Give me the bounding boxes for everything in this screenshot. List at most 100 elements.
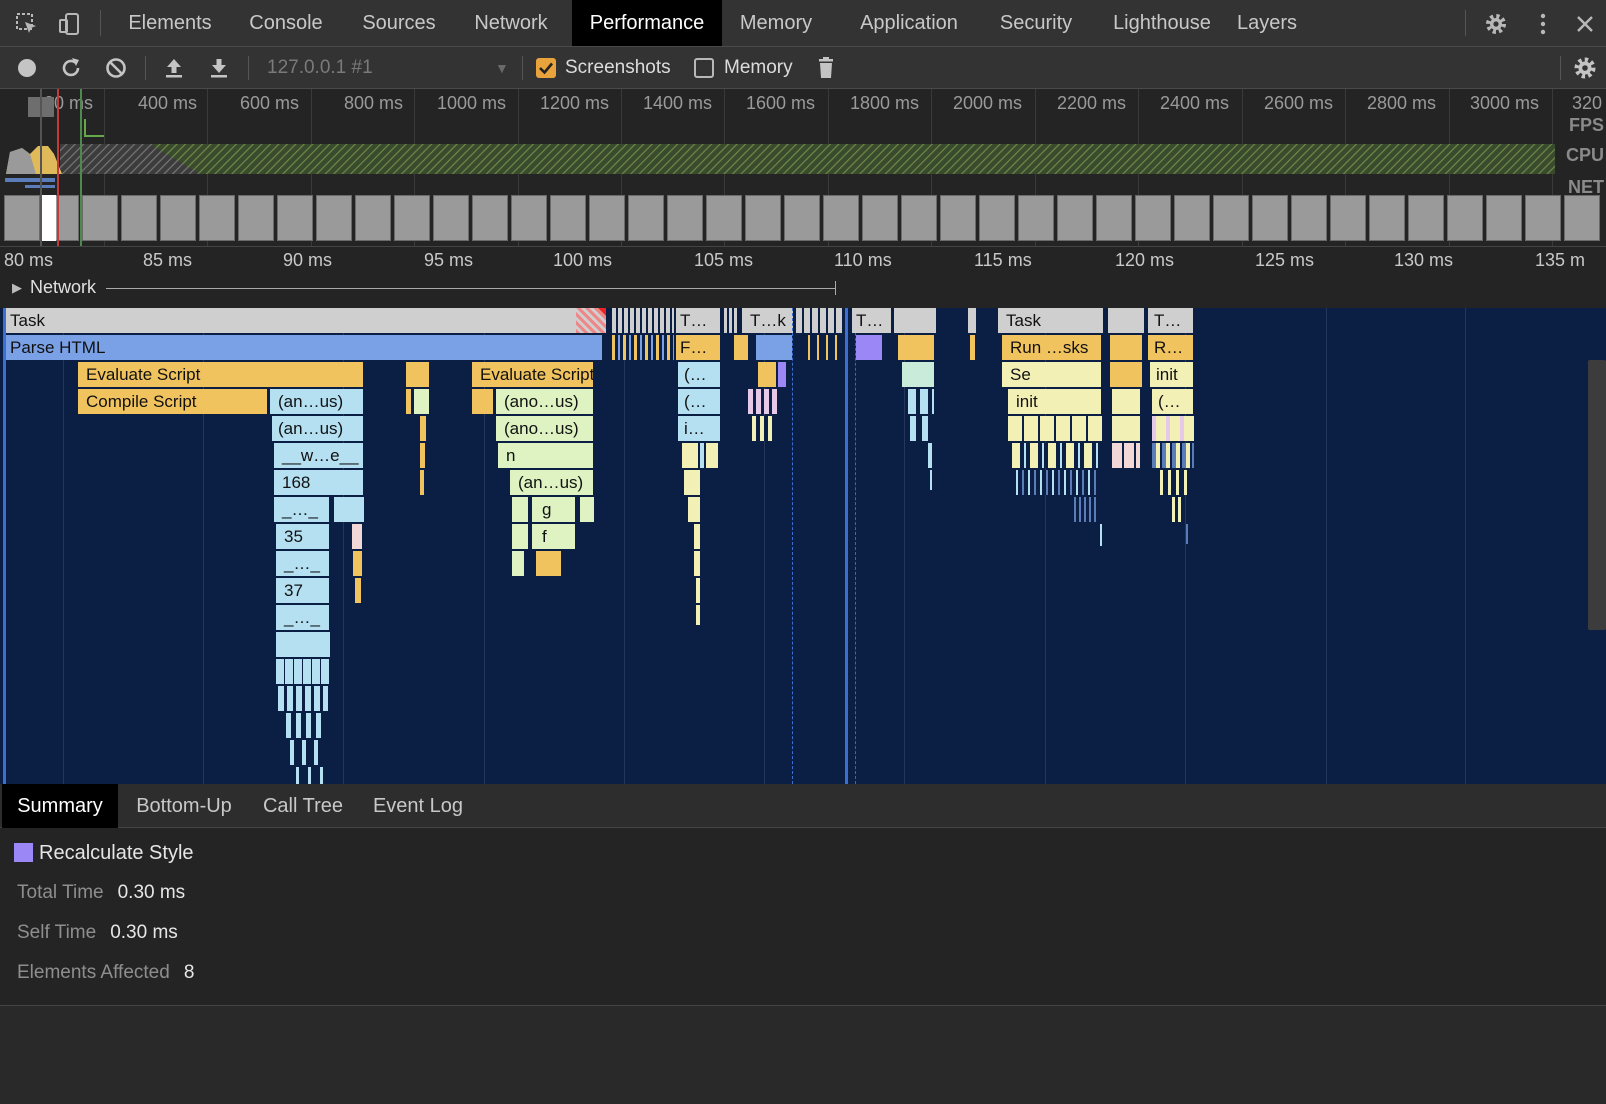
- dropdown-arrow-icon[interactable]: ▼: [495, 47, 509, 89]
- screenshot-thumbnail[interactable]: [706, 195, 742, 241]
- timeline-overview[interactable]: 00 ms 400 ms 600 ms 800 ms 1000 ms 1200 …: [0, 89, 1606, 246]
- init-block[interactable]: init: [1008, 389, 1102, 414]
- script-block[interactable]: [406, 362, 430, 387]
- screenshot-thumbnail[interactable]: [433, 195, 469, 241]
- screenshot-thumbnail[interactable]: [1213, 195, 1249, 241]
- flame-chart-scrollbar[interactable]: [1588, 360, 1606, 630]
- screenshot-thumbnail[interactable]: [550, 195, 586, 241]
- screenshot-thumbnail[interactable]: [1096, 195, 1132, 241]
- screenshot-thumbnail[interactable]: [589, 195, 625, 241]
- webpack-require-block[interactable]: _…_: [276, 551, 330, 576]
- screenshot-thumbnail[interactable]: [121, 195, 157, 241]
- anonymous-function-block[interactable]: (ano…us): [496, 416, 594, 441]
- screenshot-thumbnail[interactable]: [355, 195, 391, 241]
- tab-sources[interactable]: Sources: [343, 0, 455, 46]
- tab-layers[interactable]: Layers: [1225, 0, 1309, 46]
- screenshot-thumbnail[interactable]: [394, 195, 430, 241]
- device-toolbar-icon[interactable]: [58, 12, 82, 36]
- tab-application[interactable]: Application: [841, 0, 977, 46]
- task-block[interactable]: T…: [852, 308, 892, 333]
- tab-bottom-up[interactable]: Bottom-Up: [124, 784, 244, 828]
- screenshot-thumbnail[interactable]: [277, 195, 313, 241]
- network-track[interactable]: ▶ Network: [0, 274, 1606, 308]
- screenshot-thumbnail[interactable]: [1408, 195, 1444, 241]
- screenshot-thumbnail[interactable]: [4, 195, 40, 241]
- anonymous-function-block[interactable]: (ano…us): [496, 389, 594, 414]
- script-block[interactable]: R…: [1148, 335, 1194, 360]
- tab-lighthouse[interactable]: Lighthouse: [1094, 0, 1230, 46]
- tab-memory[interactable]: Memory: [725, 0, 827, 46]
- script-block[interactable]: [406, 389, 412, 414]
- memory-checkbox[interactable]: [694, 58, 714, 78]
- screenshot-thumbnail[interactable]: [1291, 195, 1327, 241]
- task-block[interactable]: Task: [6, 308, 606, 333]
- webpack-require-block[interactable]: _…_: [274, 497, 330, 522]
- screenshot-thumbnail[interactable]: [628, 195, 664, 241]
- screenshot-thumbnail[interactable]: [901, 195, 937, 241]
- screenshot-thumbnail[interactable]: [1447, 195, 1483, 241]
- upload-icon[interactable]: [161, 55, 187, 81]
- reload-icon[interactable]: [58, 55, 84, 81]
- screenshot-thumbnail[interactable]: [862, 195, 898, 241]
- main-thread-flame-chart[interactable]: Task Parse HTML Evaluate Script Evaluate…: [0, 308, 1606, 784]
- anonymous-function-block[interactable]: (an…us): [272, 416, 364, 441]
- screenshot-thumbnail[interactable]: [199, 195, 235, 241]
- tab-summary[interactable]: Summary: [2, 784, 118, 828]
- js-frame-block[interactable]: [414, 389, 430, 414]
- tab-security[interactable]: Security: [978, 0, 1094, 46]
- task-block[interactable]: T…k: [742, 308, 794, 333]
- screenshot-thumbnail[interactable]: [745, 195, 781, 241]
- compile-script-block[interactable]: Compile Script: [78, 389, 268, 414]
- screenshots-checkbox[interactable]: [536, 58, 556, 78]
- record-icon[interactable]: [14, 55, 40, 81]
- screenshot-thumbnail[interactable]: [472, 195, 508, 241]
- clear-icon[interactable]: [103, 55, 129, 81]
- evaluate-script-block[interactable]: Evaluate Script: [78, 362, 364, 387]
- parse-html-block[interactable]: Parse HTML: [6, 335, 603, 360]
- screenshot-thumbnail[interactable]: [784, 195, 820, 241]
- js-frame-block[interactable]: Se: [1002, 362, 1102, 387]
- screenshot-thumbnail[interactable]: [1525, 195, 1561, 241]
- more-options-icon[interactable]: [1531, 12, 1555, 36]
- close-icon[interactable]: [1573, 12, 1597, 36]
- anonymous-function-block[interactable]: (an…us): [510, 470, 594, 495]
- tab-call-tree[interactable]: Call Tree: [254, 784, 352, 828]
- tab-event-log[interactable]: Event Log: [362, 784, 474, 828]
- tab-performance[interactable]: Performance: [572, 0, 722, 46]
- screenshot-thumbnail[interactable]: [238, 195, 274, 241]
- task-block[interactable]: Task: [998, 308, 1104, 333]
- function-g-block[interactable]: g: [532, 497, 576, 522]
- settings-gear-icon[interactable]: [1484, 12, 1508, 36]
- screenshot-thumbnail[interactable]: [511, 195, 547, 241]
- expand-triangle-icon[interactable]: ▶: [12, 280, 22, 296]
- capture-settings-gear-icon[interactable]: [1572, 55, 1598, 81]
- screenshot-thumbnail[interactable]: [1018, 195, 1054, 241]
- webpack-require-block[interactable]: _…_: [276, 605, 330, 630]
- screenshot-thumbnail[interactable]: [823, 195, 859, 241]
- screenshot-thumbnail[interactable]: [1564, 195, 1600, 241]
- tab-network[interactable]: Network: [455, 0, 567, 46]
- function-f-block[interactable]: f: [532, 524, 576, 549]
- inspect-element-icon[interactable]: [15, 12, 39, 36]
- module-168-block[interactable]: 168: [274, 470, 364, 495]
- module-37-block[interactable]: 37: [276, 578, 330, 603]
- selection-handle-right[interactable]: [80, 89, 82, 246]
- screenshot-thumbnail[interactable]: [1057, 195, 1093, 241]
- screenshot-thumbnail[interactable]: [1369, 195, 1405, 241]
- webpack-require-block[interactable]: __w…e__: [274, 443, 364, 468]
- run-microtasks-block[interactable]: Run …sks: [1002, 335, 1102, 360]
- collect-garbage-icon[interactable]: [813, 55, 839, 81]
- screenshot-thumbnail[interactable]: [979, 195, 1015, 241]
- tab-elements[interactable]: Elements: [111, 0, 229, 46]
- js-frame-block[interactable]: (…: [678, 389, 721, 414]
- function-n-block[interactable]: n: [498, 443, 594, 468]
- task-block[interactable]: T…: [1148, 308, 1194, 333]
- module-35-block[interactable]: 35: [276, 524, 330, 549]
- download-icon[interactable]: [206, 55, 232, 81]
- screenshot-thumbnail[interactable]: [82, 195, 118, 241]
- function-call-block[interactable]: F…: [676, 335, 721, 360]
- js-frame-block[interactable]: (…: [678, 362, 721, 387]
- task-block[interactable]: T…: [676, 308, 721, 333]
- screenshot-thumbnail[interactable]: [1174, 195, 1210, 241]
- screenshot-thumbnail[interactable]: [160, 195, 196, 241]
